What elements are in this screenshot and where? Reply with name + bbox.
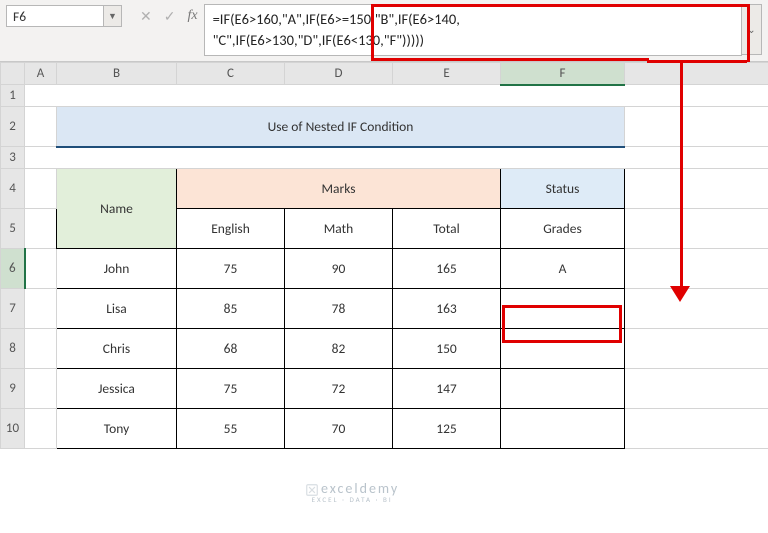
column-header-row: A B C D E F bbox=[1, 63, 768, 85]
cell-grade-0[interactable]: A bbox=[501, 249, 625, 289]
row-header-9[interactable]: 9 bbox=[1, 369, 25, 409]
fx-icon[interactable]: fx bbox=[187, 8, 197, 24]
worksheet-grid[interactable]: A B C D E F 1 2 Use of Nested IF Conditi… bbox=[0, 62, 768, 449]
select-all-corner[interactable] bbox=[1, 63, 25, 85]
formula-bar-area: F6 ▼ ✕ ✓ fx =IF(E6>160,"A",IF(E6>=150,"B… bbox=[0, 0, 768, 62]
row-7: 7 Lisa 85 78 163 bbox=[1, 289, 768, 329]
cell-G8[interactable] bbox=[625, 329, 768, 369]
cell-A7[interactable] bbox=[25, 289, 57, 329]
cell-G9[interactable] bbox=[625, 369, 768, 409]
header-marks[interactable]: Marks bbox=[177, 169, 501, 209]
cell-G4[interactable] bbox=[625, 169, 768, 209]
row-header-4[interactable]: 4 bbox=[1, 169, 25, 209]
formula-expand-button[interactable]: ⌄ bbox=[742, 4, 762, 55]
watermark-main: exceldemy bbox=[321, 480, 399, 497]
cell-name-2[interactable]: Chris bbox=[57, 329, 177, 369]
cell-A10[interactable] bbox=[25, 409, 57, 449]
col-header-B[interactable]: B bbox=[57, 63, 177, 85]
cell-blank-3[interactable] bbox=[25, 147, 768, 169]
cell-english-1[interactable]: 85 bbox=[177, 289, 285, 329]
grid-area: A B C D E F 1 2 Use of Nested IF Conditi… bbox=[0, 62, 768, 449]
cell-total-2[interactable]: 150 bbox=[393, 329, 501, 369]
cell-grade-2[interactable] bbox=[501, 329, 625, 369]
name-box-dropdown[interactable]: ▼ bbox=[104, 5, 122, 27]
cell-name-4[interactable]: Tony bbox=[57, 409, 177, 449]
name-box-value: F6 bbox=[13, 8, 26, 25]
row-header-7[interactable]: 7 bbox=[1, 289, 25, 329]
cell-A2[interactable] bbox=[25, 107, 57, 147]
row-6: 6 John 75 90 165 A bbox=[1, 249, 768, 289]
row-8: 8 Chris 68 82 150 bbox=[1, 329, 768, 369]
row-header-5[interactable]: 5 bbox=[1, 209, 25, 249]
title-cell[interactable]: Use of Nested IF Condition bbox=[57, 107, 625, 147]
cell-english-0[interactable]: 75 bbox=[177, 249, 285, 289]
name-box-wrap: F6 ▼ bbox=[6, 4, 122, 28]
formula-bar-input[interactable]: =IF(E6>160,"A",IF(E6>=150,"B",IF(E6>140,… bbox=[204, 4, 742, 56]
cell-grade-1[interactable] bbox=[501, 289, 625, 329]
watermark-sub: EXCEL · DATA · BI bbox=[305, 495, 399, 504]
row-header-1[interactable]: 1 bbox=[1, 85, 25, 107]
cell-A6[interactable] bbox=[25, 249, 57, 289]
row-header-3[interactable]: 3 bbox=[1, 147, 25, 169]
header-name[interactable]: Name bbox=[57, 169, 177, 249]
col-header-G[interactable] bbox=[625, 63, 768, 85]
row-4: 4 Name Marks Status bbox=[1, 169, 768, 209]
logo-icon bbox=[305, 483, 319, 497]
cell-name-3[interactable]: Jessica bbox=[57, 369, 177, 409]
row-3: 3 bbox=[1, 147, 768, 169]
watermark: exceldemy EXCEL · DATA · BI bbox=[305, 480, 399, 504]
cell-math-0[interactable]: 90 bbox=[285, 249, 393, 289]
cell-grade-3[interactable] bbox=[501, 369, 625, 409]
row-10: 10 Tony 55 70 125 bbox=[1, 409, 768, 449]
cell-name-0[interactable]: John bbox=[57, 249, 177, 289]
formula-line-1: =IF(E6>160,"A",IF(E6>=150,"B",IF(E6>140, bbox=[213, 10, 460, 28]
confirm-icon[interactable]: ✓ bbox=[164, 8, 176, 25]
cell-total-3[interactable]: 147 bbox=[393, 369, 501, 409]
cell-total-1[interactable]: 163 bbox=[393, 289, 501, 329]
cell-english-3[interactable]: 75 bbox=[177, 369, 285, 409]
cell-A8[interactable] bbox=[25, 329, 57, 369]
cell-name-1[interactable]: Lisa bbox=[57, 289, 177, 329]
cell-A4[interactable] bbox=[25, 169, 57, 209]
cell-math-1[interactable]: 78 bbox=[285, 289, 393, 329]
cell-math-3[interactable]: 72 bbox=[285, 369, 393, 409]
header-status[interactable]: Status bbox=[501, 169, 625, 209]
cell-G2[interactable] bbox=[625, 107, 768, 147]
subheader-math[interactable]: Math bbox=[285, 209, 393, 249]
row-header-10[interactable]: 10 bbox=[1, 409, 25, 449]
cell-grade-4[interactable] bbox=[501, 409, 625, 449]
row-header-8[interactable]: 8 bbox=[1, 329, 25, 369]
cell-G5[interactable] bbox=[625, 209, 768, 249]
row-2: 2 Use of Nested IF Condition bbox=[1, 107, 768, 147]
cell-G6[interactable] bbox=[625, 249, 768, 289]
cell-english-2[interactable]: 68 bbox=[177, 329, 285, 369]
col-header-D[interactable]: D bbox=[285, 63, 393, 85]
row-header-2[interactable]: 2 bbox=[1, 107, 25, 147]
subheader-grades[interactable]: Grades bbox=[501, 209, 625, 249]
col-header-A[interactable]: A bbox=[25, 63, 57, 85]
subheader-english[interactable]: English bbox=[177, 209, 285, 249]
cancel-icon[interactable]: ✕ bbox=[140, 8, 152, 25]
cell-A5[interactable] bbox=[25, 209, 57, 249]
cell-G7[interactable] bbox=[625, 289, 768, 329]
cell-total-4[interactable]: 125 bbox=[393, 409, 501, 449]
cell-math-2[interactable]: 82 bbox=[285, 329, 393, 369]
formula-line-2: "C",IF(E6>130,"D",IF(E6<130,"F"))))) bbox=[213, 31, 424, 49]
col-header-C[interactable]: C bbox=[177, 63, 285, 85]
cell-english-4[interactable]: 55 bbox=[177, 409, 285, 449]
cell-total-0[interactable]: 165 bbox=[393, 249, 501, 289]
cell-blank[interactable] bbox=[25, 85, 768, 107]
row-1: 1 bbox=[1, 85, 768, 107]
cell-A9[interactable] bbox=[25, 369, 57, 409]
cell-G10[interactable] bbox=[625, 409, 768, 449]
col-header-E[interactable]: E bbox=[393, 63, 501, 85]
name-box[interactable]: F6 bbox=[6, 5, 104, 27]
col-header-F[interactable]: F bbox=[501, 63, 625, 85]
subheader-total[interactable]: Total bbox=[393, 209, 501, 249]
formula-controls: ✕ ✓ fx bbox=[140, 4, 198, 28]
row-9: 9 Jessica 75 72 147 bbox=[1, 369, 768, 409]
cell-math-4[interactable]: 70 bbox=[285, 409, 393, 449]
row-header-6[interactable]: 6 bbox=[1, 249, 25, 289]
